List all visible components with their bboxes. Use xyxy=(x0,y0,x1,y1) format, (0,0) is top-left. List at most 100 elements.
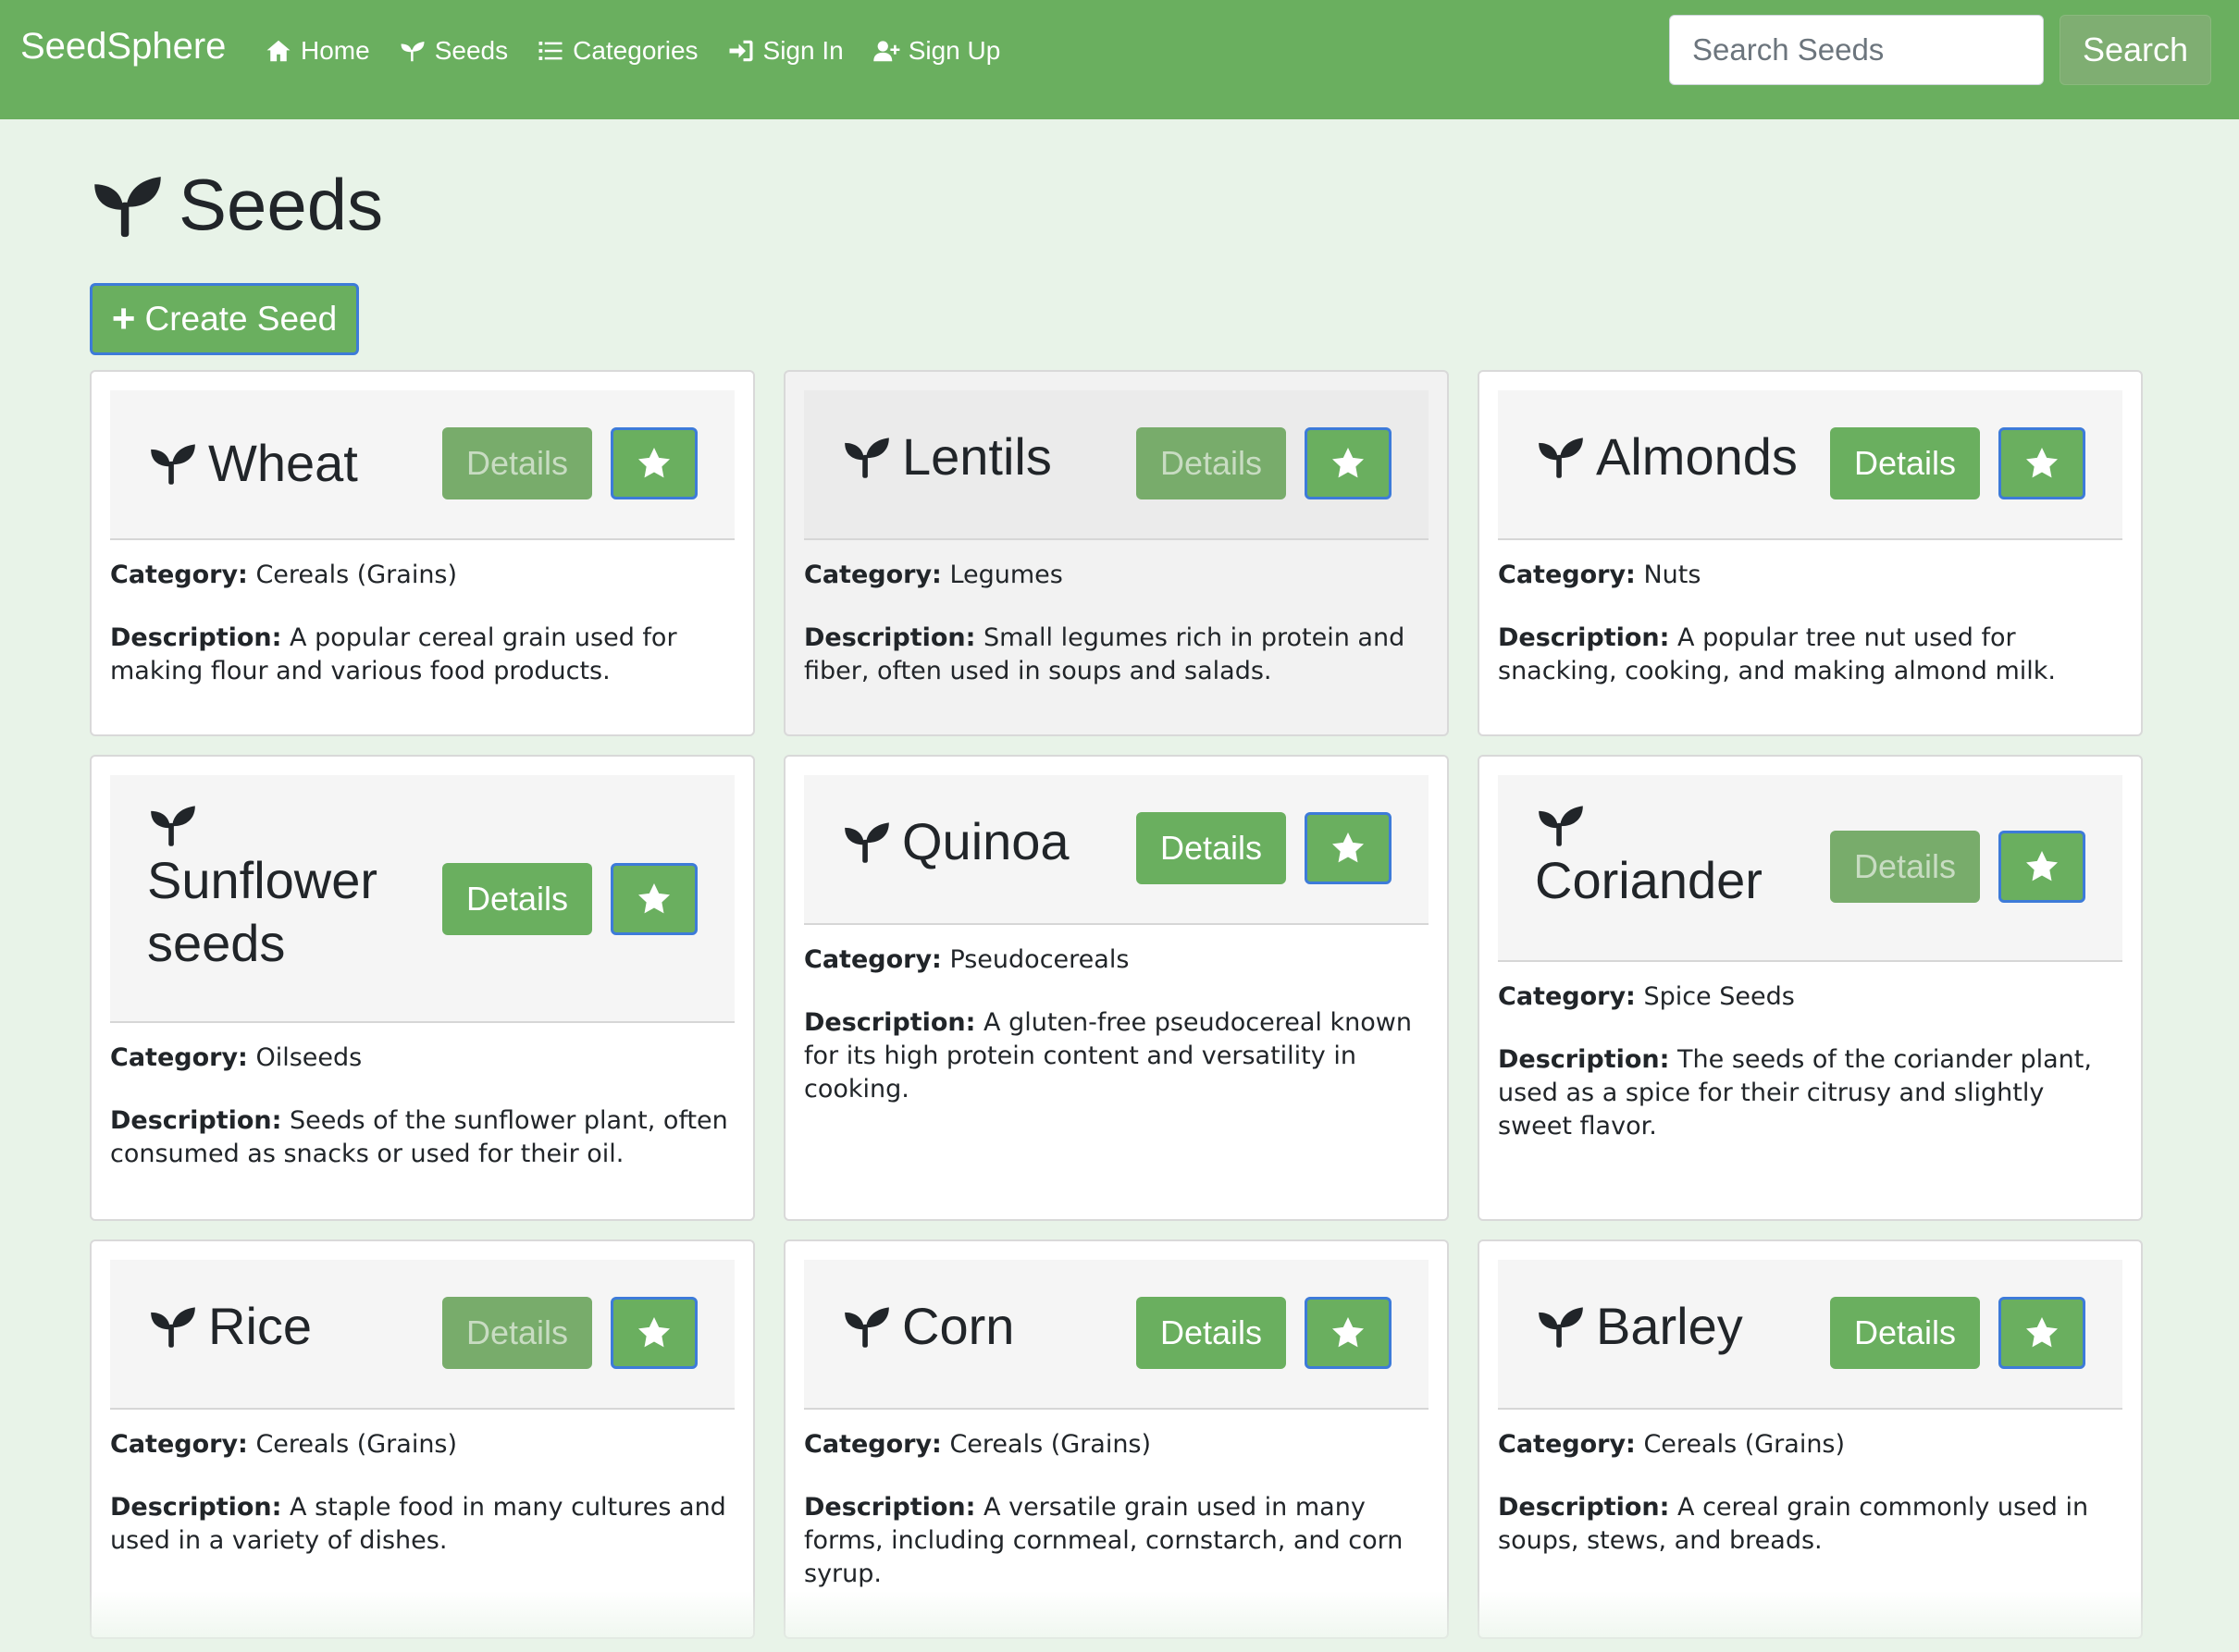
card-header: Sunflower seeds Details xyxy=(110,775,735,1023)
search-input[interactable] xyxy=(1669,15,2044,85)
star-icon xyxy=(2026,448,2058,478)
seed-category: Category: Cereals (Grains) xyxy=(110,561,458,589)
details-button[interactable]: Details xyxy=(442,1297,592,1369)
seed-description: Description: A staple food in many cultu… xyxy=(110,1493,726,1555)
home-icon xyxy=(265,37,292,65)
seed-card: Almonds Details Category: Nuts Descripti… xyxy=(1478,370,2143,736)
details-button[interactable]: Details xyxy=(1830,831,1980,903)
nav-link-categories[interactable]: Categories xyxy=(537,31,699,70)
card-body: Category: Cereals (Grains) Description: … xyxy=(110,559,735,718)
details-button[interactable]: Details xyxy=(442,863,592,935)
seed-card: Rice Details Category: Cereals (Grains) … xyxy=(90,1239,755,1639)
seed-title: Lentils xyxy=(841,425,1052,488)
seedling-icon xyxy=(147,439,199,487)
seedling-icon xyxy=(841,1302,893,1350)
create-seed-button[interactable]: + Create Seed xyxy=(90,283,359,355)
seed-name: Rice xyxy=(208,1297,313,1355)
create-seed-label: Create Seed xyxy=(144,300,338,338)
card-body: Category: Cereals (Grains) Description: … xyxy=(110,1428,735,1587)
card-body: Category: Pseudocereals Description: A g… xyxy=(804,943,1429,1136)
favorite-button[interactable] xyxy=(611,863,698,935)
details-button[interactable]: Details xyxy=(1136,1297,1286,1369)
star-icon xyxy=(638,1317,670,1348)
seed-category: Category: Nuts xyxy=(1498,561,1701,589)
favorite-button[interactable] xyxy=(611,427,698,499)
card-body: Category: Cereals (Grains) Description: … xyxy=(804,1428,1429,1621)
card-body: Category: Spice Seeds Description: The s… xyxy=(1498,980,2122,1173)
star-icon xyxy=(2026,851,2058,881)
navbar: SeedSphere Home Seeds Categories Sign In xyxy=(0,0,2239,119)
list-icon xyxy=(537,37,564,65)
seed-card: Lentils Details Category: Legumes Descri… xyxy=(784,370,1449,736)
nav-link-label: Seeds xyxy=(434,36,509,65)
seed-category: Category: Cereals (Grains) xyxy=(1498,1430,1846,1459)
nav-link-label: Home xyxy=(301,36,370,65)
favorite-button[interactable] xyxy=(1998,427,2085,499)
seed-name: Coriander xyxy=(1535,851,1763,909)
card-header: Almonds Details xyxy=(1498,390,2122,540)
seed-name: Almonds xyxy=(1596,427,1798,486)
star-icon xyxy=(638,448,670,478)
seed-card: Quinoa Details Category: Pseudocereals D… xyxy=(784,755,1449,1221)
seedling-icon xyxy=(147,801,199,849)
details-button[interactable]: Details xyxy=(1136,812,1286,884)
seedling-icon xyxy=(1535,1302,1587,1350)
seed-name: Sunflower seeds xyxy=(147,851,378,972)
seed-title: Wheat xyxy=(147,432,358,495)
details-button[interactable]: Details xyxy=(442,427,592,499)
seedling-icon xyxy=(90,169,166,241)
search-button[interactable]: Search xyxy=(2060,15,2211,85)
star-icon xyxy=(638,883,670,914)
star-icon xyxy=(1332,1317,1364,1348)
seed-name: Corn xyxy=(902,1297,1015,1355)
seed-category: Category: Pseudocereals xyxy=(804,945,1130,974)
star-icon xyxy=(2026,1317,2058,1348)
details-button[interactable]: Details xyxy=(1830,427,1980,499)
card-body: Category: Legumes Description: Small leg… xyxy=(804,559,1429,718)
user-plus-icon xyxy=(872,37,900,65)
details-button[interactable]: Details xyxy=(1830,1297,1980,1369)
details-button[interactable]: Details xyxy=(1136,427,1286,499)
nav-link-label: Sign Up xyxy=(908,36,1001,65)
favorite-button[interactable] xyxy=(1305,427,1392,499)
star-icon xyxy=(1332,448,1364,478)
seed-description: Description: Seeds of the sunflower plan… xyxy=(110,1106,728,1168)
seed-category: Category: Cereals (Grains) xyxy=(804,1430,1152,1459)
seed-description: Description: Small legumes rich in prote… xyxy=(804,623,1405,685)
favorite-button[interactable] xyxy=(611,1297,698,1369)
seed-description: Description: A versatile grain used in m… xyxy=(804,1493,1404,1588)
seed-name: Barley xyxy=(1596,1297,1743,1355)
seed-description: Description: A popular cereal grain used… xyxy=(110,623,677,685)
seed-title: Almonds xyxy=(1535,425,1798,488)
seed-title: Corn xyxy=(841,1295,1014,1358)
seed-description: Description: A cereal grain commonly use… xyxy=(1498,1493,2089,1555)
favorite-button[interactable] xyxy=(1305,1297,1392,1369)
seed-card: Corn Details Category: Cereals (Grains) … xyxy=(784,1239,1449,1639)
favorite-button[interactable] xyxy=(1998,831,2085,903)
nav-links: Home Seeds Categories Sign In Sign Up xyxy=(265,31,1029,70)
seed-title: Sunflower seeds xyxy=(147,801,406,975)
card-header: Barley Details xyxy=(1498,1260,2122,1410)
page-title: Seeds xyxy=(90,163,383,247)
nav-link-seeds[interactable]: Seeds xyxy=(399,31,508,70)
seed-card: Barley Details Category: Cereals (Grains… xyxy=(1478,1239,2143,1639)
favorite-button[interactable] xyxy=(1305,812,1392,884)
card-header: Coriander Details xyxy=(1498,775,2122,962)
seed-name: Lentils xyxy=(902,427,1052,486)
seed-card: Wheat Details Category: Cereals (Grains)… xyxy=(90,370,755,736)
nav-link-home[interactable]: Home xyxy=(265,31,370,70)
plus-icon: + xyxy=(111,296,136,341)
star-icon xyxy=(1332,832,1364,863)
card-header: Wheat Details xyxy=(110,390,735,540)
brand-logo[interactable]: SeedSphere xyxy=(20,26,226,68)
seedling-icon xyxy=(399,37,427,65)
page-heading: Seeds xyxy=(179,164,384,245)
card-header: Corn Details xyxy=(804,1260,1429,1410)
favorite-button[interactable] xyxy=(1998,1297,2085,1369)
nav-link-sign-up[interactable]: Sign Up xyxy=(872,31,1001,70)
nav-link-label: Categories xyxy=(573,36,699,65)
nav-link-sign-in[interactable]: Sign In xyxy=(727,31,844,70)
seed-name: Quinoa xyxy=(902,812,1070,870)
seedling-icon xyxy=(841,818,893,866)
seed-title: Rice xyxy=(147,1295,312,1358)
